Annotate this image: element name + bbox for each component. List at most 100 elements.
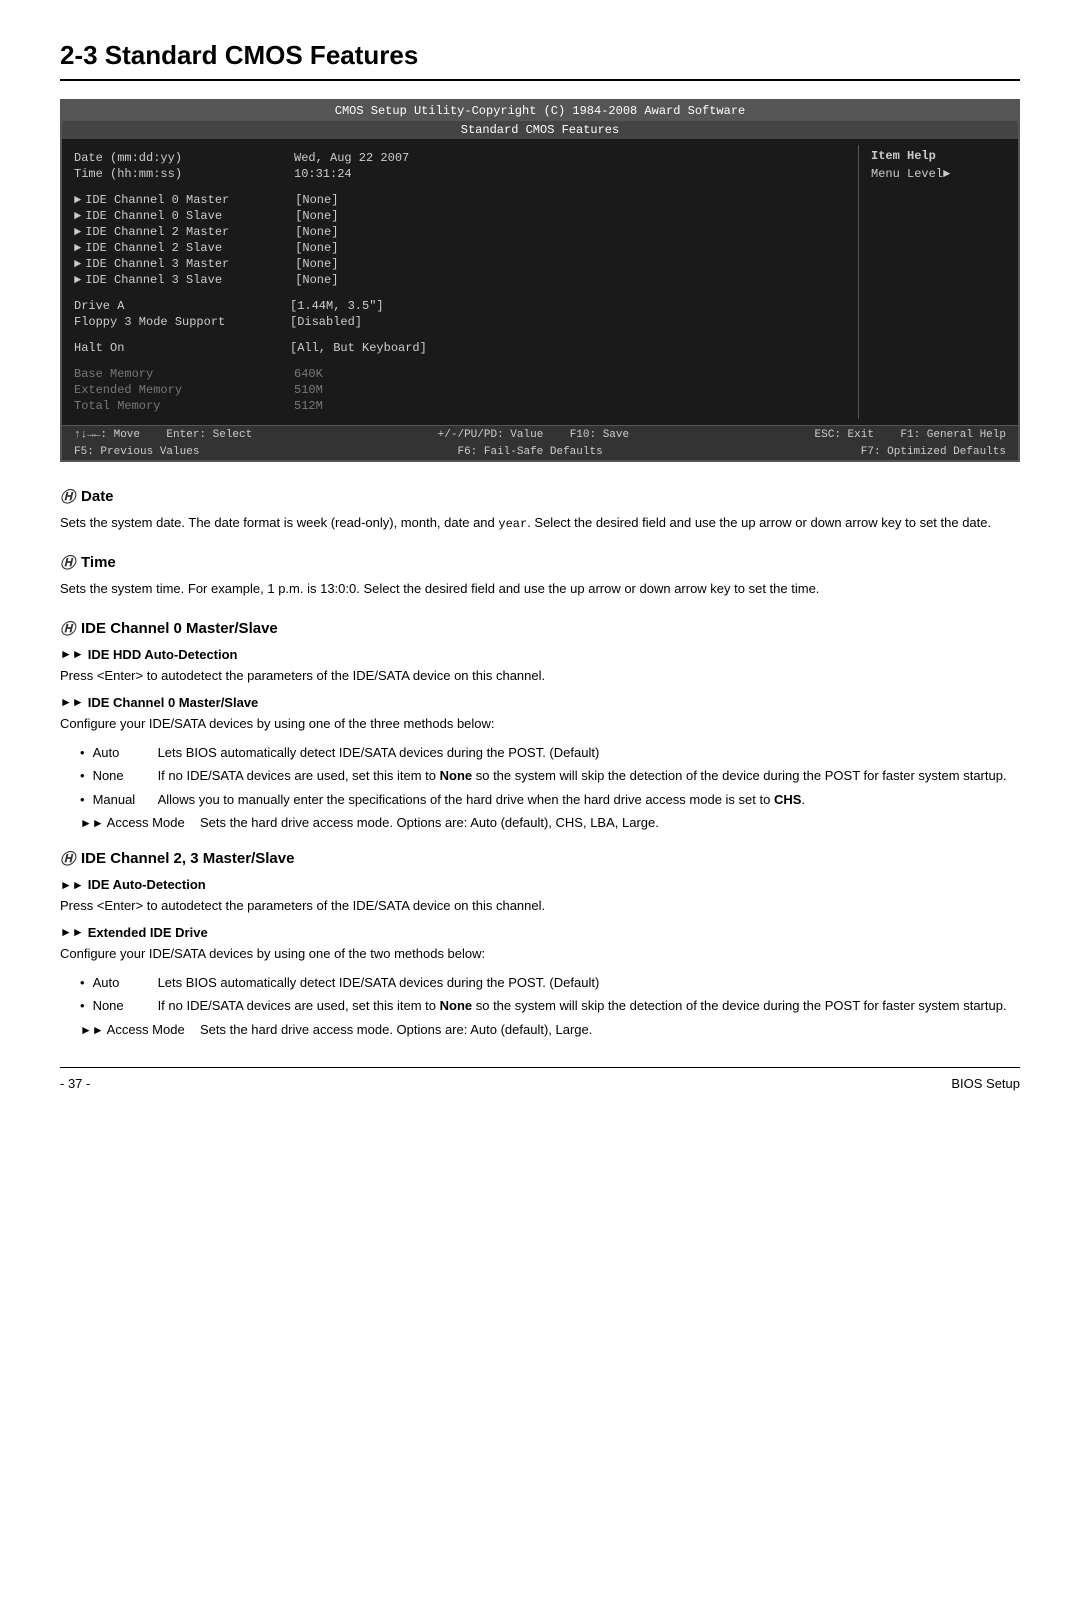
bios-label-basemem: Base Memory	[74, 367, 294, 381]
bullet-term-auto: Auto	[93, 743, 158, 763]
bios-label-ide2m: IDE Channel 2 Master	[85, 225, 295, 239]
sub-body-hdd-auto: Press <Enter> to autodetect the paramete…	[60, 666, 1020, 687]
bios-body: Date (mm:dd:yy) Wed, Aug 22 2007 Time (h…	[62, 139, 1018, 425]
bios-value-extmem: 510M	[294, 383, 323, 397]
double-arrow-icon-1: ►►	[60, 647, 84, 661]
bios-value-ide0m: [None]	[295, 193, 338, 207]
bullet-list-ide23: • Auto Lets BIOS automatically detect ID…	[80, 973, 1020, 1016]
list-item-manual: • Manual Allows you to manually enter th…	[80, 790, 1020, 810]
item-help-text: Menu Level►	[871, 167, 1006, 181]
bios-label-ide3s: IDE Channel 3 Slave	[85, 273, 295, 287]
bios-row-basemem: Base Memory 640K	[74, 367, 846, 381]
bios-label-time: Time (hh:mm:ss)	[74, 167, 294, 181]
section-time-body: Sets the system time. For example, 1 p.m…	[60, 579, 1020, 600]
bios-arrow-ide3s: ►	[74, 273, 81, 287]
bios-left-panel: Date (mm:dd:yy) Wed, Aug 22 2007 Time (h…	[62, 145, 858, 419]
bios-value-drivea: [1.44M, 3.5"]	[290, 299, 384, 313]
section-date-heading: Ⓗ Date	[60, 486, 1020, 507]
double-arrow-icon-2: ►►	[60, 695, 84, 709]
bullet-term-auto2: Auto	[93, 973, 158, 993]
bios-value-totalmem: 512M	[294, 399, 323, 413]
bios-row-ide0s: ► IDE Channel 0 Slave [None]	[74, 209, 846, 223]
bios-label-halt: Halt On	[74, 341, 290, 355]
bullet-list-ide0: • Auto Lets BIOS automatically detect ID…	[80, 743, 1020, 810]
bios-footer-value: +/-/PU/PD: Value F10: Save	[438, 429, 629, 441]
bios-row-ide3m: ► IDE Channel 3 Master [None]	[74, 257, 846, 271]
bullet-dot-none2: •	[80, 996, 85, 1016]
bios-row-extmem: Extended Memory 510M	[74, 383, 846, 397]
bios-footer-row2: F5: Previous Values F6: Fail-Safe Defaul…	[62, 444, 1018, 460]
bios-row-ide2s: ► IDE Channel 2 Slave [None]	[74, 241, 846, 255]
sub-body-ide-auto: Press <Enter> to autodetect the paramete…	[60, 896, 1020, 917]
list-item-none: • None If no IDE/SATA devices are used, …	[80, 766, 1020, 786]
sub-heading-hdd-auto: ►► IDE HDD Auto-Detection	[60, 647, 1020, 662]
bios-value-date: Wed, Aug 22 2007	[294, 151, 409, 165]
list-item-auto2: • Auto Lets BIOS automatically detect ID…	[80, 973, 1020, 993]
bios-row-halt: Halt On [All, But Keyboard]	[74, 341, 846, 355]
bullet-desc-manual: Allows you to manually enter the specifi…	[158, 790, 1020, 810]
bios-footer-f6: F6: Fail-Safe Defaults	[457, 446, 602, 458]
list-item-auto: • Auto Lets BIOS automatically detect ID…	[80, 743, 1020, 763]
sub-heading-hdd-auto-label: IDE HDD Auto-Detection	[88, 647, 238, 662]
bios-value-ide2m: [None]	[295, 225, 338, 239]
bullet-desc-auto2: Lets BIOS automatically detect IDE/SATA …	[158, 973, 1020, 993]
bullet-dot-auto: •	[80, 743, 85, 763]
bios-arrow-ide3m: ►	[74, 257, 81, 271]
section-ide0-title: IDE Channel 0 Master/Slave	[81, 620, 278, 637]
list-item-none2: • None If no IDE/SATA devices are used, …	[80, 996, 1020, 1016]
bios-label-ide2s: IDE Channel 2 Slave	[85, 241, 295, 255]
double-arrow-icon-5: ►►	[60, 925, 84, 939]
bios-arrow-ide0m: ►	[74, 193, 81, 207]
page-footer: - 37 - BIOS Setup	[60, 1067, 1020, 1091]
bios-footer-move: ↑↓→←: Move Enter: Select	[74, 429, 252, 441]
bios-value-ide0s: [None]	[295, 209, 338, 223]
section-ide23-title: IDE Channel 2, 3 Master/Slave	[81, 850, 294, 867]
sub-heading-ide-auto: ►► IDE Auto-Detection	[60, 877, 1020, 892]
section-date-body: Sets the system date. The date format is…	[60, 513, 1020, 534]
double-arrow-icon-6: ►►	[80, 1023, 104, 1037]
double-arrow-icon-3: ►►	[80, 816, 104, 830]
section-date-title: Date	[81, 488, 114, 505]
bios-footer-row1: ↑↓→←: Move Enter: Select +/-/PU/PD: Valu…	[62, 425, 1018, 444]
bios-arrow-ide2s: ►	[74, 241, 81, 255]
bios-row-drivea: Drive A [1.44M, 3.5"]	[74, 299, 846, 313]
bios-row-date: Date (mm:dd:yy) Wed, Aug 22 2007	[74, 151, 846, 165]
footer-section-name: BIOS Setup	[951, 1076, 1020, 1091]
bios-footer-f5: F5: Previous Values	[74, 446, 199, 458]
access-mode-desc-ide23: Sets the hard drive access mode. Options…	[200, 1022, 1020, 1037]
sub-heading-ide-auto-label: IDE Auto-Detection	[88, 877, 206, 892]
bios-row-totalmem: Total Memory 512M	[74, 399, 846, 413]
sub-heading-ide0ms-label: IDE Channel 0 Master/Slave	[88, 695, 259, 710]
bios-value-halt: [All, But Keyboard]	[290, 341, 427, 355]
bios-label-date: Date (mm:dd:yy)	[74, 151, 294, 165]
section-ide0: Ⓗ IDE Channel 0 Master/Slave ►► IDE HDD …	[60, 618, 1020, 830]
bullet-desc-none: If no IDE/SATA devices are used, set thi…	[158, 766, 1020, 786]
bios-footer-f7: F7: Optimized Defaults	[861, 446, 1006, 458]
bullet-dot-auto2: •	[80, 973, 85, 993]
bios-label-drivea: Drive A	[74, 299, 290, 313]
bios-label-totalmem: Total Memory	[74, 399, 294, 413]
sub-heading-ext-ide: ►► Extended IDE Drive	[60, 925, 1020, 940]
bullet-term-manual: Manual	[93, 790, 158, 810]
bios-row-ide3s: ► IDE Channel 3 Slave [None]	[74, 273, 846, 287]
page-title: 2-3 Standard CMOS Features	[60, 40, 1020, 81]
sub-heading-ext-ide-label: Extended IDE Drive	[88, 925, 208, 940]
section-ide0-symbol: Ⓗ	[60, 618, 75, 639]
bios-row-floppy3: Floppy 3 Mode Support [Disabled]	[74, 315, 846, 329]
bios-row-time: Time (hh:mm:ss) 10:31:24	[74, 167, 846, 181]
item-help-title: Item Help	[871, 149, 1006, 163]
bios-arrow-ide0s: ►	[74, 209, 81, 223]
bullet-dot-manual: •	[80, 790, 85, 810]
section-ide0-heading: Ⓗ IDE Channel 0 Master/Slave	[60, 618, 1020, 639]
bios-label-ide0s: IDE Channel 0 Slave	[85, 209, 295, 223]
bullet-term-none2: None	[93, 996, 158, 1016]
double-arrow-icon-4: ►►	[60, 878, 84, 892]
bios-label-ide3m: IDE Channel 3 Master	[85, 257, 295, 271]
bullet-dot-none: •	[80, 766, 85, 786]
bios-value-ide3m: [None]	[295, 257, 338, 271]
section-ide23-symbol: Ⓗ	[60, 848, 75, 869]
section-time: Ⓗ Time Sets the system time. For example…	[60, 552, 1020, 600]
bios-value-ide2s: [None]	[295, 241, 338, 255]
sub-heading-ide0ms: ►► IDE Channel 0 Master/Slave	[60, 695, 1020, 710]
bios-header-line2: Standard CMOS Features	[62, 121, 1018, 139]
